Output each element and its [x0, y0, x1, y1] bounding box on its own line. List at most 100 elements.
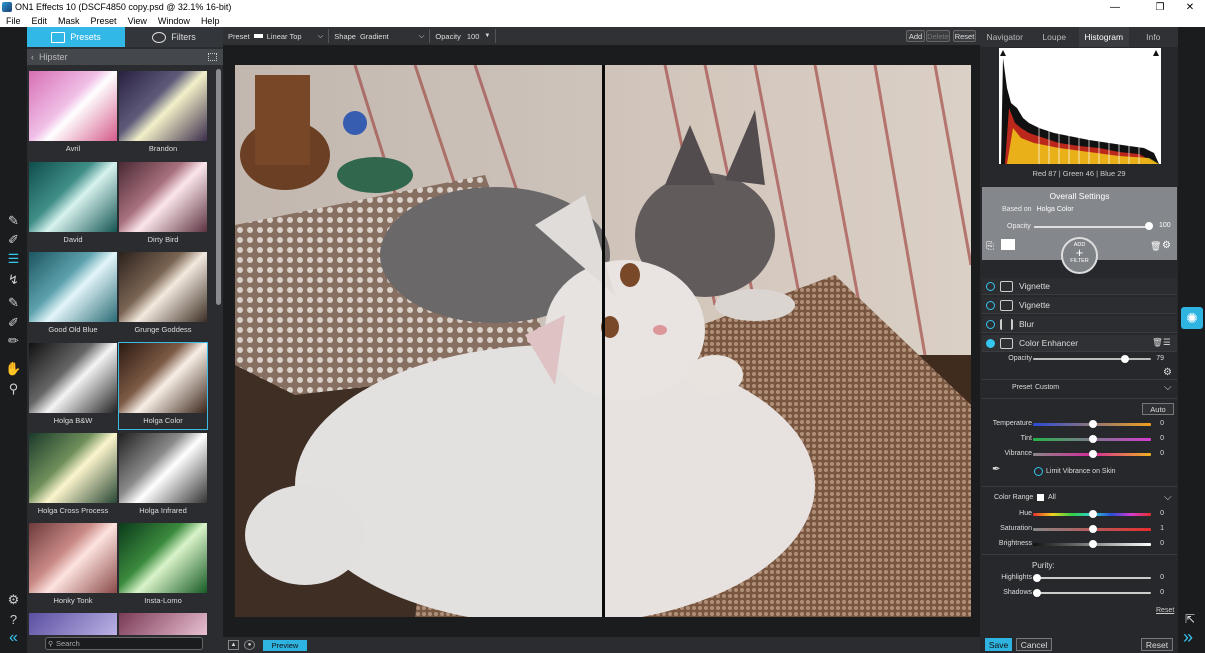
brightness-knob[interactable] — [1089, 540, 1097, 548]
preset-dropdown[interactable]: Preset Linear Top ⌵ — [223, 29, 330, 43]
filter-toggle[interactable] — [986, 300, 995, 310]
menu-preset[interactable]: Preset — [91, 16, 117, 26]
zoom-icon[interactable]: ⚲ — [5, 381, 22, 396]
grid-view-icon[interactable] — [208, 53, 217, 61]
tab-loupe[interactable]: Loupe — [1030, 27, 1080, 47]
split-preview-divider[interactable] — [602, 65, 605, 617]
tab-info[interactable]: Info — [1129, 27, 1179, 47]
gear-icon[interactable]: ⚙ — [1163, 367, 1172, 378]
enhancer-opacity-knob[interactable] — [1121, 355, 1129, 363]
gradient-tool-icon[interactable]: ☰ — [5, 251, 22, 266]
preset-thumb[interactable]: Grunge Goddess — [119, 252, 207, 338]
mask-swatch[interactable] — [1001, 239, 1015, 250]
save-button[interactable]: Save — [985, 638, 1012, 651]
filter-row-blur[interactable]: Blur — [982, 316, 1177, 333]
preset-thumb[interactable]: Honky Tonk — [29, 523, 117, 609]
shape-dropdown[interactable]: Shape Gradient ⌵ — [329, 29, 431, 43]
hand-icon[interactable]: ✋ — [5, 361, 22, 376]
help-icon[interactable]: ? — [5, 612, 22, 627]
minimize-button[interactable]: — — [1100, 0, 1130, 14]
enhancer-opacity-slider[interactable] — [1033, 358, 1151, 360]
tab-histogram[interactable]: Histogram — [1079, 27, 1129, 47]
back-chevron-icon[interactable]: ‹ — [31, 52, 34, 62]
menu-mask[interactable]: Mask — [58, 16, 80, 26]
brush-2-icon[interactable]: ✐ — [5, 232, 22, 247]
menu-view[interactable]: View — [128, 16, 147, 26]
enhancer-reset-link[interactable]: Reset — [1156, 607, 1174, 614]
preset-thumb-partial[interactable] — [29, 613, 117, 635]
search-input[interactable]: ⚲ Search — [45, 637, 203, 650]
preset-thumb[interactable]: Avril — [29, 71, 117, 157]
compare-icon[interactable]: ● — [244, 640, 255, 650]
shadows-slider[interactable] — [1033, 592, 1151, 594]
settings-gear-icon[interactable]: ⚙ — [5, 592, 22, 607]
tab-presets[interactable]: Presets — [27, 27, 125, 47]
mask-view-icon[interactable]: ▲ — [228, 640, 239, 650]
gear-icon[interactable]: ⚙ — [1162, 240, 1171, 251]
chevron-down-icon[interactable]: ⌵ — [1164, 492, 1172, 503]
preset-thumb[interactable]: David — [29, 162, 117, 248]
filter-row-vignette[interactable]: Vignette — [982, 278, 1177, 295]
collapse-left-icon[interactable]: « — [5, 629, 22, 646]
preset-thumb[interactable]: Good Old Blue — [29, 252, 117, 338]
highlights-knob[interactable] — [1033, 574, 1041, 582]
trash-icon[interactable]: 🗑 — [1152, 337, 1163, 348]
filter-toggle[interactable] — [986, 281, 995, 291]
maximize-button[interactable]: ❐ — [1145, 0, 1175, 14]
preset-thumb[interactable]: Holga B&W — [29, 343, 117, 429]
filter-row-vignette[interactable]: Vignette — [982, 297, 1177, 314]
preset-thumb[interactable]: Dirty Bird — [119, 162, 207, 248]
auto-button[interactable]: Auto — [1142, 403, 1174, 415]
category-header[interactable]: ‹ Hipster — [27, 49, 223, 65]
filter-row-color-enhancer[interactable]: Color Enhancer 🗑 ☰ — [982, 335, 1177, 352]
preset-thumb-selected[interactable]: Holga Color — [118, 342, 208, 430]
menu-icon[interactable]: ☰ — [1163, 337, 1171, 348]
retouch-icon[interactable]: ✎ — [5, 295, 22, 310]
cancel-button[interactable]: Cancel — [1016, 638, 1052, 651]
tab-filters[interactable]: Filters — [125, 27, 223, 47]
effects-module-icon[interactable]: ✺ — [1181, 307, 1203, 329]
hue-knob[interactable] — [1089, 510, 1097, 518]
filter-toggle[interactable] — [986, 338, 995, 348]
export-icon[interactable]: ⇱ — [1185, 612, 1195, 626]
temperature-knob[interactable] — [1089, 420, 1097, 428]
saturation-knob[interactable] — [1089, 525, 1097, 533]
overall-opacity-knob[interactable] — [1145, 222, 1153, 230]
opacity-control[interactable]: Opacity 100 ▼ — [430, 29, 497, 43]
preset-thumb[interactable]: Brandon — [119, 71, 207, 157]
menu-edit[interactable]: Edit — [32, 16, 48, 26]
shadows-knob[interactable] — [1033, 589, 1041, 597]
trash-icon[interactable]: 🗑 — [1150, 241, 1161, 252]
vibrance-knob[interactable] — [1089, 450, 1097, 458]
add-filter-button[interactable]: ADD + FILTER — [1061, 237, 1098, 274]
preset-thumb[interactable]: Holga Infrared — [119, 433, 207, 519]
chisel-icon[interactable]: ✏ — [5, 333, 22, 348]
lasso-icon[interactable]: ↯ — [5, 272, 22, 287]
preview-button[interactable]: Preview — [263, 639, 307, 651]
limit-vibrance-radio[interactable] — [1034, 467, 1043, 476]
preset-thumb[interactable]: Insta-Lomo — [119, 523, 207, 609]
menu-help[interactable]: Help — [201, 16, 220, 26]
tint-knob[interactable] — [1089, 435, 1097, 443]
highlights-slider[interactable] — [1033, 577, 1151, 579]
preset-thumb[interactable]: Holga Cross Process — [29, 433, 117, 519]
preset-thumb-partial[interactable] — [119, 613, 207, 635]
delete-button[interactable]: Delete — [926, 30, 950, 42]
refine-icon[interactable]: ✐ — [5, 315, 22, 330]
photo-canvas[interactable] — [235, 65, 971, 617]
chevron-down-icon[interactable]: ⌵ — [1164, 382, 1172, 393]
overall-opacity-slider[interactable] — [1034, 226, 1150, 228]
brush-icon[interactable]: ✎ — [5, 213, 22, 228]
tab-navigator[interactable]: Navigator — [980, 27, 1030, 47]
eyedropper-icon[interactable]: ✒ — [992, 464, 1000, 475]
layer-icon[interactable]: ⎘ — [986, 241, 994, 252]
expand-right-icon[interactable]: » — [1183, 627, 1193, 648]
reset-button[interactable]: Reset — [953, 30, 976, 42]
menu-window[interactable]: Window — [158, 16, 190, 26]
close-button[interactable]: ✕ — [1175, 0, 1205, 14]
browser-scrollbar[interactable] — [216, 69, 221, 305]
menu-file[interactable]: File — [6, 16, 21, 26]
filter-toggle[interactable] — [986, 319, 995, 329]
reset-all-button[interactable]: Reset — [1141, 638, 1173, 651]
add-button[interactable]: Add — [906, 30, 925, 42]
